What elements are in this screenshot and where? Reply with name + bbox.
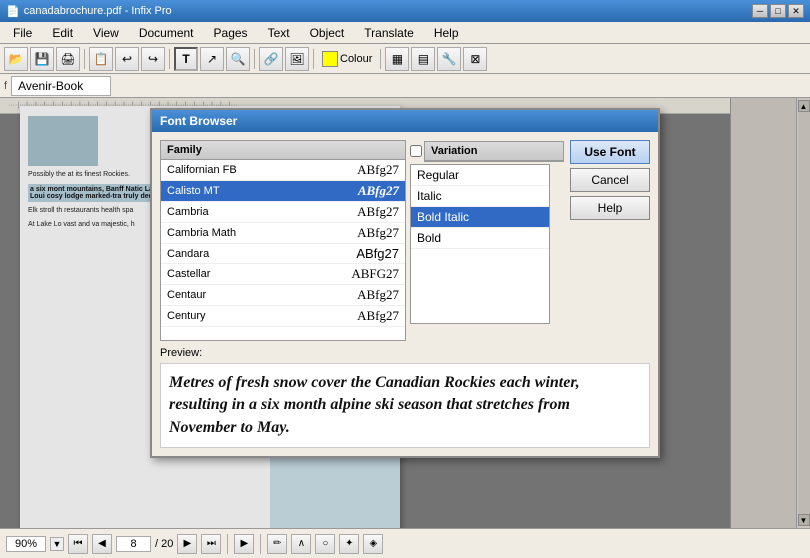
- zoom-dropdown[interactable]: ▼: [50, 537, 64, 551]
- variation-bold[interactable]: Bold: [411, 228, 549, 249]
- preview-text: Metres of fresh snow cover the Canadian …: [169, 372, 641, 439]
- cancel-button[interactable]: Cancel: [570, 168, 650, 192]
- colour-swatch[interactable]: [322, 51, 338, 67]
- main-area: ····|···|···|···|···|···|···|···|···|···…: [0, 98, 810, 528]
- window-controls[interactable]: ─ □ ✕: [752, 4, 804, 18]
- sep2: [169, 49, 170, 69]
- zoom-display[interactable]: 90%: [6, 536, 46, 552]
- cursor-tool[interactable]: ↗: [200, 47, 224, 71]
- font-name-field[interactable]: Avenir-Book: [11, 76, 111, 96]
- menu-edit[interactable]: Edit: [43, 23, 82, 43]
- variation-header: Variation: [425, 142, 563, 161]
- font-bar: f Avenir-Book: [0, 74, 810, 98]
- menu-pages[interactable]: Pages: [205, 23, 257, 43]
- zoom-tool[interactable]: 🔍: [226, 47, 250, 71]
- text-tool[interactable]: T: [174, 47, 198, 71]
- toolbar: 📂 💾 🖨 📋 ↩ ↪ T ↗ 🔍 🔗 🖼 Colour ▦ ▤ 🔧 ⊠: [0, 44, 810, 74]
- font-scroll-area[interactable]: Californian FB ABfg27 Calisto MT ABfg27 …: [161, 160, 405, 340]
- app-icon: 📄: [6, 5, 20, 18]
- undo-button[interactable]: ↩: [115, 47, 139, 71]
- play-button[interactable]: ▶: [234, 534, 254, 554]
- variation-list: Regular Italic Bold Italic Bold: [410, 164, 550, 324]
- print-button[interactable]: 🖨: [56, 47, 80, 71]
- menu-text[interactable]: Text: [259, 23, 299, 43]
- page-current[interactable]: 8: [116, 536, 151, 552]
- menu-document[interactable]: Document: [130, 23, 203, 43]
- nav-next[interactable]: ▶: [177, 534, 197, 554]
- title-bar: 📄 canadabrochure.pdf - Infix Pro ─ □ ✕: [0, 0, 810, 22]
- menu-view[interactable]: View: [84, 23, 128, 43]
- status-sep1: [227, 534, 228, 554]
- link-tool[interactable]: 🔗: [259, 47, 283, 71]
- preview-area: Metres of fresh snow cover the Canadian …: [160, 363, 650, 448]
- sep3: [254, 49, 255, 69]
- preview-section: Preview: Metres of fresh snow cover the …: [160, 347, 650, 448]
- menu-bar: File Edit View Document Pages Text Objec…: [0, 22, 810, 44]
- status-sep2: [260, 534, 261, 554]
- variation-bold-italic[interactable]: Bold Italic: [411, 207, 549, 228]
- tool1[interactable]: ✏: [267, 534, 287, 554]
- font-row-cambria-math[interactable]: Cambria Math ABfg27: [161, 223, 405, 244]
- view-btn1[interactable]: ▦: [385, 47, 409, 71]
- font-icon: f: [4, 80, 7, 92]
- page-sep: / 20: [155, 538, 173, 550]
- menu-translate[interactable]: Translate: [355, 23, 423, 43]
- dialog-body: Family Californian FB ABfg27 Calisto MT: [152, 132, 658, 456]
- colour-label: Colour: [340, 53, 372, 65]
- variation-checkbox[interactable]: [410, 145, 422, 157]
- open-button[interactable]: 📂: [4, 47, 28, 71]
- tool5[interactable]: ◈: [363, 534, 383, 554]
- font-row-centaur[interactable]: Centaur ABfg27: [161, 285, 405, 306]
- variation-regular[interactable]: Regular: [411, 165, 549, 186]
- close-button[interactable]: ✕: [788, 4, 804, 18]
- minimize-button[interactable]: ─: [752, 4, 768, 18]
- font-row-century[interactable]: Century ABfg27: [161, 306, 405, 327]
- status-bar: 90% ▼ ⏮ ◀ 8 / 20 ▶ ⏭ ▶ ✏ ∧ ○ ✦ ◈: [0, 528, 810, 558]
- font-row-cambria[interactable]: Cambria ABfg27: [161, 202, 405, 223]
- colour-indicator: Colour: [318, 51, 376, 67]
- nav-prev[interactable]: ◀: [92, 534, 112, 554]
- sep4: [313, 49, 314, 69]
- use-font-button[interactable]: Use Font: [570, 140, 650, 164]
- sep1: [84, 49, 85, 69]
- menu-help[interactable]: Help: [425, 23, 468, 43]
- preview-label: Preview:: [160, 347, 650, 359]
- tool3[interactable]: ○: [315, 534, 335, 554]
- tool2[interactable]: ∧: [291, 534, 311, 554]
- view-btn2[interactable]: ▤: [411, 47, 435, 71]
- window-title: canadabrochure.pdf - Infix Pro: [24, 5, 172, 17]
- font-row-calisto[interactable]: Calisto MT ABfg27: [161, 181, 405, 202]
- menu-file[interactable]: File: [4, 23, 41, 43]
- dialog-title-bar: Font Browser: [152, 110, 658, 132]
- font-row-candara[interactable]: Candara ABfg27: [161, 244, 405, 264]
- view-btn4[interactable]: ⊠: [463, 47, 487, 71]
- menu-object[interactable]: Object: [301, 23, 354, 43]
- variation-column: Variation: [424, 141, 564, 162]
- save-button[interactable]: 💾: [30, 47, 54, 71]
- view-btn3[interactable]: 🔧: [437, 47, 461, 71]
- maximize-button[interactable]: □: [770, 4, 786, 18]
- sep5: [380, 49, 381, 69]
- family-header: Family: [161, 141, 405, 160]
- font-browser-dialog: Font Browser Family: [150, 108, 660, 458]
- font-row-californian[interactable]: Californian FB ABfg27: [161, 160, 405, 181]
- nav-first[interactable]: ⏮: [68, 534, 88, 554]
- modal-overlay: Font Browser Family: [0, 98, 810, 528]
- copy-button[interactable]: 📋: [89, 47, 113, 71]
- nav-last[interactable]: ⏭: [201, 534, 221, 554]
- image-tool[interactable]: 🖼: [285, 47, 309, 71]
- font-row-castellar[interactable]: Castellar ABFG27: [161, 264, 405, 285]
- variation-italic[interactable]: Italic: [411, 186, 549, 207]
- dialog-title-text: Font Browser: [160, 114, 237, 128]
- action-buttons: Use Font Cancel Help: [570, 140, 650, 341]
- tool4[interactable]: ✦: [339, 534, 359, 554]
- redo-button[interactable]: ↪: [141, 47, 165, 71]
- family-column: Family Californian FB ABfg27 Calisto MT: [160, 140, 406, 341]
- help-button[interactable]: Help: [570, 196, 650, 220]
